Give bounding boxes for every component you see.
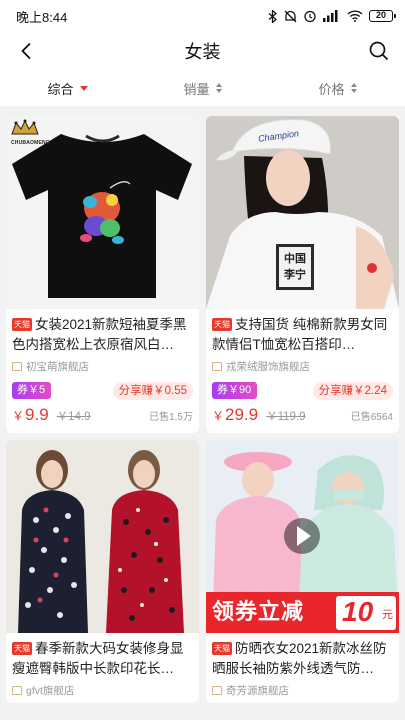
play-video-icon[interactable]: [284, 518, 320, 554]
product-card[interactable]: 天猫 春季新款大码女装修身显瘦遮臀韩版中长款印花长… gfvt旗舰店: [6, 440, 199, 703]
search-button[interactable]: [365, 37, 393, 65]
price: ￥9.9: [12, 405, 49, 424]
shop-name: 初宝萌旗舰店: [26, 360, 89, 373]
signal-icon: [323, 10, 341, 22]
back-button[interactable]: [12, 37, 40, 65]
coupon-badge[interactable]: 券￥90: [212, 382, 258, 399]
shop-name: gfvt旗舰店: [26, 684, 75, 697]
coupon-badge[interactable]: 券￥5: [12, 382, 52, 399]
sort-label: 价格: [318, 81, 345, 97]
sort-bar: 综合 销量 价格: [0, 70, 405, 106]
product-grid: CHUBAOMENG 天猫 女装2021新款短袖夏季黑色内搭宽松上衣原宿风白… 初…: [0, 106, 405, 703]
chevron-left-icon: [21, 42, 31, 60]
status-bar: 晚上8:44 20: [0, 0, 405, 32]
store-icon: [212, 685, 222, 695]
sort-price[interactable]: 价格: [270, 79, 405, 98]
product-image[interactable]: [6, 440, 199, 633]
banner-unit: 元: [382, 609, 393, 621]
share-earn-button[interactable]: 分享赚￥2.24: [312, 381, 393, 400]
product-image[interactable]: 领券立减 10 元: [206, 440, 399, 633]
status-icons: 20: [268, 9, 396, 23]
sort-updown-icon: [215, 83, 222, 93]
sort-sales[interactable]: 销量: [135, 79, 270, 98]
sort-label: 销量: [183, 81, 210, 97]
original-price: ￥14.9: [56, 411, 91, 423]
product-title: 天猫 女装2021新款短袖夏季黑色内搭宽松上衣原宿风白…: [12, 317, 187, 352]
product-image[interactable]: Champion 中国李宁: [206, 116, 399, 309]
shirt-print: 中国李宁: [284, 253, 306, 281]
sort-updown-icon: [350, 83, 357, 93]
banner-number: 10: [342, 596, 374, 627]
sold-count: 已售6564: [350, 412, 393, 423]
store-icon: [12, 685, 22, 695]
shop-row[interactable]: gfvt旗舰店: [12, 683, 193, 697]
shop-row[interactable]: 奇芳源旗舰店: [212, 683, 393, 697]
tmall-badge: 天猫: [12, 318, 32, 331]
search-icon: [369, 41, 389, 61]
tmall-badge: 天猫: [12, 642, 32, 655]
product-title: 天猫 春季新款大码女装修身显瘦遮臀韩版中长款印花长…: [12, 641, 184, 676]
floral-blouse-models-image: [6, 440, 199, 633]
crown-logo-icon: [11, 119, 39, 135]
page-title: 女装: [184, 42, 221, 62]
brand-mark: CHUBAOMENG: [11, 140, 50, 146]
sold-count: 已售1.5万: [149, 412, 193, 423]
product-card[interactable]: CHUBAOMENG 天猫 女装2021新款短袖夏季黑色内搭宽松上衣原宿风白… 初…: [6, 116, 199, 433]
shop-row[interactable]: 初宝萌旗舰店: [12, 359, 193, 373]
alarm-icon: [303, 9, 317, 23]
store-icon: [12, 361, 22, 371]
tmall-badge: 天猫: [212, 318, 232, 331]
nav-bar: 女装: [0, 32, 405, 70]
shop-name: 奇芳源旗舰店: [226, 684, 289, 697]
product-image[interactable]: CHUBAOMENG: [6, 116, 199, 309]
wifi-icon: [347, 10, 363, 22]
caret-down-icon: [79, 85, 88, 91]
share-earn-button[interactable]: 分享赚￥0.55: [112, 381, 193, 400]
store-icon: [212, 361, 222, 371]
status-time: 晚上8:44: [16, 9, 68, 25]
shop-name: 戎荣绒服饰旗舰店: [226, 360, 310, 373]
original-price: ￥119.9: [266, 411, 306, 423]
battery-icon: 20: [369, 10, 396, 22]
bluetooth-icon: [268, 9, 278, 23]
mute-icon: [284, 10, 297, 23]
sort-comprehensive[interactable]: 综合: [0, 79, 135, 98]
product-title: 天猫 防晒衣女2021新款冰丝防晒服长袖防紫外线透气防…: [212, 641, 387, 676]
sort-label: 综合: [47, 81, 74, 97]
shop-row[interactable]: 戎荣绒服饰旗舰店: [212, 359, 393, 373]
product-title: 天猫 支持国货 纯棉新款男女同款情侣T恤宽松百搭印…: [212, 317, 388, 352]
banner-text: 领券立减: [212, 599, 305, 624]
product-card[interactable]: Champion 中国李宁 天猫 支持国货 纯棉新款男女同款情侣T恤宽松百搭印… …: [206, 116, 399, 433]
tmall-badge: 天猫: [212, 642, 232, 655]
product-card[interactable]: 领券立减 10 元 天猫 防晒衣女2021新款冰丝防晒服长袖防紫外线透气防… 奇芳…: [206, 440, 399, 703]
price: ￥29.9: [212, 405, 259, 424]
